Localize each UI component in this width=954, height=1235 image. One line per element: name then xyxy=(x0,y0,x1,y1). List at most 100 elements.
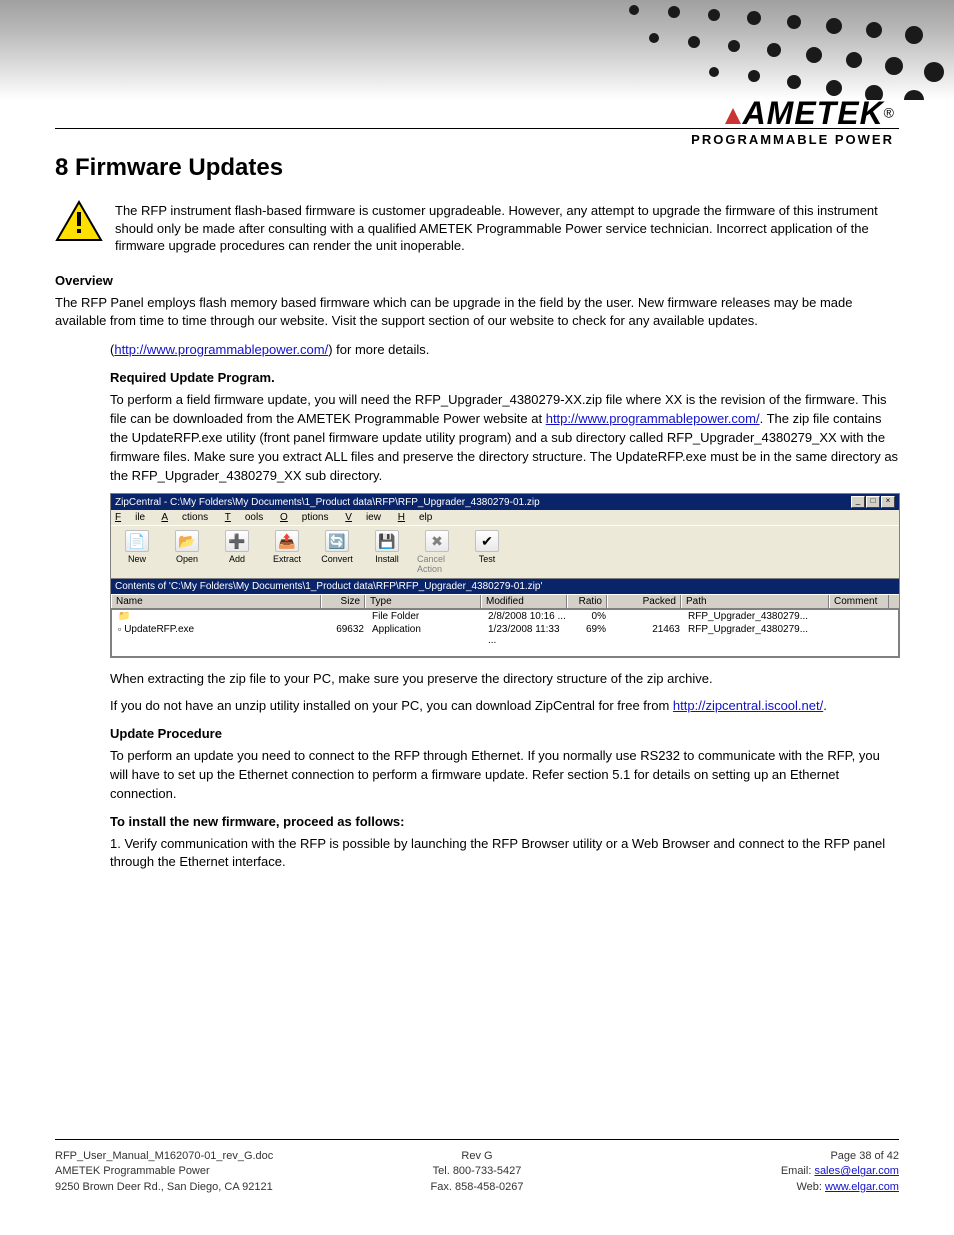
new-icon: 📄 xyxy=(125,530,149,552)
footer-tel: Tel. 800-733-5427 xyxy=(336,1164,617,1179)
row0-type: File Folder xyxy=(368,610,484,623)
zip-contents-text: Contents of 'C:\My Folders\My Documents\… xyxy=(115,581,542,592)
overview-suffix: for more details. xyxy=(333,342,430,357)
row1-mod: 1/23/2008 11:33 ... xyxy=(484,623,570,647)
overview-paragraph: The RFP Panel employs flash memory based… xyxy=(55,294,899,332)
row0-packed xyxy=(610,610,684,623)
tb-open[interactable]: 📂Open xyxy=(165,528,209,576)
tb-test-label: Test xyxy=(479,554,496,564)
zipcentral-link[interactable]: http://zipcentral.iscool.net/ xyxy=(673,698,823,713)
zip-rows: 📁 File Folder 2/8/2008 10:16 ... 0% RFP_… xyxy=(111,609,899,657)
footer-revshort: Rev G xyxy=(336,1149,617,1164)
col-packed[interactable]: Packed xyxy=(607,595,681,608)
tb-extract-label: Extract xyxy=(273,554,301,564)
footer-addr: 9250 Brown Deer Rd., San Diego, CA 92121 xyxy=(55,1180,336,1195)
col-modified[interactable]: Modified xyxy=(481,595,567,608)
table-row[interactable]: 📁 File Folder 2/8/2008 10:16 ... 0% RFP_… xyxy=(112,610,898,623)
col-comment[interactable]: Comment xyxy=(829,595,889,608)
minimize-button[interactable]: _ xyxy=(851,496,865,508)
header-background xyxy=(0,0,954,100)
zipcentral-p2: . xyxy=(823,698,827,713)
col-size[interactable]: Size xyxy=(321,595,365,608)
row1-path: RFP_Upgrader_4380279... xyxy=(684,623,832,647)
logo-brand: AMETEK xyxy=(743,95,884,131)
folder-icon: 📁 xyxy=(118,611,130,622)
footer: RFP_User_Manual_M162070-01_rev_G.doc Rev… xyxy=(55,1149,899,1195)
row1-name: UpdateRFP.exe xyxy=(124,624,194,635)
warning-text: The RFP instrument flash-based firmware … xyxy=(115,200,899,255)
tb-add-label: Add xyxy=(229,554,245,564)
page-title: 8 Firmware Updates xyxy=(55,154,899,182)
tb-extract[interactable]: 📤 Extract xyxy=(265,528,309,576)
steps-heading: To install the new firmware, proceed as … xyxy=(110,814,899,829)
row1-type: Application xyxy=(368,623,484,647)
row0-size xyxy=(324,610,368,623)
menu-options[interactable]: Options xyxy=(280,512,328,523)
menu-view[interactable]: View xyxy=(345,512,381,523)
tb-new[interactable]: 📄 New xyxy=(115,528,159,576)
footer-company: AMETEK Programmable Power xyxy=(55,1164,336,1179)
logo-subtitle: PROGRAMMABLE POWER xyxy=(691,132,894,147)
close-button[interactable]: × xyxy=(881,496,895,508)
website-link[interactable]: http://www.programmablepower.com/ xyxy=(114,342,328,357)
zip-title: ZipCentral - C:\My Folders\My Documents\… xyxy=(115,497,540,508)
install-icon: 💾 xyxy=(375,530,399,552)
row0-ratio: 0% xyxy=(570,610,610,623)
menu-actions[interactable]: Actions xyxy=(161,512,208,523)
footer-fax: Fax. 858-458-0267 xyxy=(336,1180,617,1195)
required-link[interactable]: http://www.programmablepower.com/ xyxy=(546,411,760,426)
logo: AMETEK® PROGRAMMABLE POWER xyxy=(691,95,894,147)
menu-file[interactable]: File xyxy=(115,512,145,523)
footer-page: Page 38 of 42 xyxy=(618,1149,899,1164)
tb-install-label: Install xyxy=(375,554,399,564)
overview-heading: Overview xyxy=(55,273,899,288)
tb-convert[interactable]: 🔄 Convert xyxy=(315,528,359,576)
zipcentral-p1: If you do not have an unzip utility inst… xyxy=(110,698,673,713)
row0-path: RFP_Upgrader_4380279... xyxy=(684,610,832,623)
zip-titlebar: ZipCentral - C:\My Folders\My Documents\… xyxy=(111,494,899,510)
menu-help[interactable]: Help xyxy=(398,512,433,523)
tb-cancel-label: Cancel Action xyxy=(417,554,457,574)
col-path[interactable]: Path xyxy=(681,595,829,608)
zip-contentsbar: Contents of 'C:\My Folders\My Documents\… xyxy=(111,579,899,594)
footer-rev: RFP_User_Manual_M162070-01_rev_G.doc xyxy=(55,1149,336,1164)
maximize-button[interactable]: □ xyxy=(866,496,880,508)
extract-note: When extracting the zip file to your PC,… xyxy=(110,670,899,689)
row0-comment xyxy=(832,610,892,623)
row1-size: 69632 xyxy=(324,623,368,647)
step-1: 1. Verify communication with the RFP is … xyxy=(110,835,899,873)
table-row[interactable]: ▫UpdateRFP.exe 69632 Application 1/23/20… xyxy=(112,623,898,647)
logo-reg: ® xyxy=(884,105,894,121)
zip-columns: Name Size Type Modified Ratio Packed Pat… xyxy=(111,594,899,609)
col-name[interactable]: Name xyxy=(111,595,321,608)
convert-icon: 🔄 xyxy=(325,530,349,552)
required-heading: Required Update Program. xyxy=(110,370,899,385)
row0-mod: 2/8/2008 10:16 ... xyxy=(484,610,570,623)
tb-add[interactable]: ➕ Add xyxy=(215,528,259,576)
exe-icon: ▫ xyxy=(118,624,121,634)
zip-toolbar: 📄 New 📂Open ➕ Add 📤 Extract 🔄 Convert 💾 Insta… xyxy=(111,525,899,579)
footer-web-link[interactable]: www.elgar.com xyxy=(825,1181,899,1193)
logo-triangle-icon xyxy=(725,108,741,124)
test-icon: ✔ xyxy=(475,530,499,552)
tb-convert-label: Convert xyxy=(321,554,353,564)
tb-new-label: New xyxy=(128,554,146,564)
footer-email-label: Email: xyxy=(781,1165,815,1177)
tb-test[interactable]: ✔ Test xyxy=(465,528,509,576)
open-icon: 📂 xyxy=(175,530,199,552)
extract-icon: 📤 xyxy=(275,530,299,552)
divider-bottom xyxy=(55,1139,899,1140)
row1-packed: 21463 xyxy=(610,623,684,647)
add-icon: ➕ xyxy=(225,530,249,552)
footer-email-link[interactable]: sales@elgar.com xyxy=(814,1165,899,1177)
zipcentral-window: ZipCentral - C:\My Folders\My Documents\… xyxy=(110,493,900,658)
cancel-icon: ✖ xyxy=(425,530,449,552)
warning-icon xyxy=(55,200,103,242)
col-type[interactable]: Type xyxy=(365,595,481,608)
row1-comment xyxy=(832,623,892,647)
footer-web-label: Web: xyxy=(796,1181,825,1193)
tb-cancel: ✖Cancel Action xyxy=(415,528,459,576)
tb-install[interactable]: 💾 Install xyxy=(365,528,409,576)
col-ratio[interactable]: Ratio xyxy=(567,595,607,608)
menu-tools[interactable]: Tools xyxy=(225,512,263,523)
